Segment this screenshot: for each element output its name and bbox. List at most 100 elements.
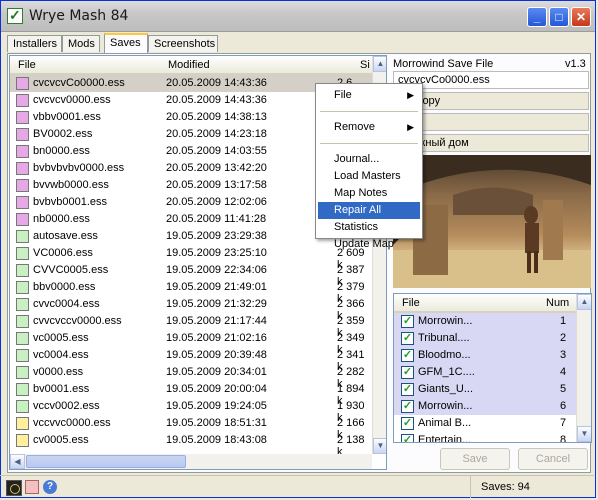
save-row[interactable]: cvvcvccv0000.ess 19.05.2009 21:17:44 2 359…	[10, 313, 372, 339]
column-file[interactable]: File	[18, 59, 36, 71]
plugin-name: GFM_1C....	[418, 366, 475, 378]
plugin-checkbox[interactable]: ✓	[401, 349, 414, 362]
save-row[interactable]: cv0005.ess 19.05.2009 18:43:08 2 138 k	[10, 432, 372, 458]
plugin-row[interactable]: ✓ Morrowin... 6	[394, 398, 576, 415]
plugin-scrollbar[interactable]: ▲ ▼	[576, 294, 591, 442]
save-modified: 19.05.2009 22:34:06	[166, 264, 267, 276]
menu-item[interactable]: Repair All	[318, 202, 420, 219]
scroll-thumb[interactable]	[26, 455, 186, 468]
menu-item-label: Map Notes	[334, 187, 388, 199]
plugin-checkbox[interactable]: ✓	[401, 417, 414, 430]
plugin-list[interactable]: File Num ✓ Morrowin... 1 ✓ Tribunal.... 2 ✓ Blo…	[393, 293, 592, 443]
plugin-row[interactable]: ✓ Bloodmo... 3	[394, 347, 576, 364]
plugin-name: Morrowin...	[418, 315, 473, 327]
menu-item[interactable]: Load Masters	[318, 168, 420, 185]
plugin-column-num[interactable]: Num	[546, 297, 569, 309]
save-filename: bvbvb0001.ess	[33, 196, 107, 208]
save-status-swatch	[16, 196, 29, 209]
plugin-checkbox[interactable]: ✓	[401, 315, 414, 328]
tab-screenshots[interactable]: Screenshots	[148, 35, 218, 52]
save-filename: cvcvcvCo0000.ess	[33, 77, 125, 89]
color-swatch-icon[interactable]	[25, 480, 39, 494]
save-row[interactable]: cvvc0004.ess 19.05.2009 21:32:29 2 366 k	[10, 296, 372, 322]
plugin-row[interactable]: ✓ Animal B... 7	[394, 415, 576, 432]
tab-mods[interactable]: Mods	[62, 35, 100, 52]
menu-item[interactable]: Statistics	[318, 219, 420, 236]
plugin-checkbox[interactable]: ✓	[401, 383, 414, 396]
help-icon[interactable]: ?	[43, 480, 57, 494]
game-label: Morrowind Save File	[393, 58, 494, 70]
save-status-swatch	[16, 434, 29, 447]
menu-item[interactable]: Journal...	[318, 151, 420, 168]
plugin-column-file[interactable]: File	[402, 297, 420, 309]
save-filename: vccv0002.ess	[33, 400, 100, 412]
save-status-swatch	[16, 179, 29, 192]
save-row[interactable]: vc0005.ess 19.05.2009 21:02:16 2 349 k	[10, 330, 372, 356]
plugin-checkbox[interactable]: ✓	[401, 434, 414, 442]
save-filename: CVVC0005.ess	[33, 264, 109, 276]
plugin-row[interactable]: ✓ Giants_U... 5	[394, 381, 576, 398]
close-button[interactable]: ✕	[571, 7, 591, 27]
save-row[interactable]: bv0001.ess 19.05.2009 20:00:04 1 894 k	[10, 381, 372, 407]
plugin-checkbox[interactable]: ✓	[401, 366, 414, 379]
save-filename: bbv0000.ess	[33, 281, 96, 293]
context-menu: File ▶ Remove ▶ Journal... Load Masters Map No…	[315, 83, 423, 250]
save-filename: cv0005.ess	[33, 434, 89, 446]
column-size[interactable]: Si	[360, 59, 370, 71]
save-filename: vbbv0001.ess	[33, 111, 101, 123]
tab-installers[interactable]: Installers	[7, 35, 62, 52]
menu-item[interactable]: Remove ▶	[318, 119, 420, 136]
save-modified: 19.05.2009 21:32:29	[166, 298, 267, 310]
save-row[interactable]: vc0004.ess 19.05.2009 20:39:48 2 341 k	[10, 347, 372, 373]
save-row[interactable]: bbv0000.ess 19.05.2009 21:49:01 2 379 k	[10, 279, 372, 305]
column-modified[interactable]: Modified	[168, 59, 210, 71]
save-row[interactable]: CVVC0005.ess 19.05.2009 22:34:06 2 387 k	[10, 262, 372, 288]
save-status-swatch	[16, 298, 29, 311]
save-row[interactable]: vccv0002.ess 19.05.2009 19:24:05 1 930 k	[10, 398, 372, 424]
plugin-num: 6	[560, 400, 567, 412]
list-horizontal-scrollbar[interactable]: ◀	[10, 454, 372, 469]
plugin-checkbox[interactable]: ✓	[401, 332, 414, 345]
saves-list-header: File Modified Si	[10, 56, 372, 75]
tab-saves[interactable]: Saves	[104, 33, 148, 53]
gear-icon[interactable]	[6, 480, 22, 496]
plugin-row[interactable]: ✓ GFM_1C.... 4	[394, 364, 576, 381]
save-modified: 20.05.2009 14:23:18	[166, 128, 267, 140]
scroll-up-button[interactable]: ▲	[373, 56, 386, 72]
plugin-row[interactable]: ✓ Tribunal.... 2	[394, 330, 576, 347]
save-status-swatch	[16, 332, 29, 345]
save-status-swatch	[16, 94, 29, 107]
submenu-arrow-icon: ▶	[407, 90, 414, 100]
status-divider	[470, 476, 471, 498]
menu-item[interactable]: File ▶	[318, 87, 420, 104]
save-filename: cvvcvccv0000.ess	[33, 315, 122, 327]
scroll-left-button[interactable]: ◀	[10, 454, 25, 469]
plugin-row[interactable]: ✓ Entertain... 8	[394, 432, 576, 442]
save-filename: bvvwb0000.ess	[33, 179, 109, 191]
save-status-swatch	[16, 349, 29, 362]
title-bar[interactable]: Wrye Mash 84 _ □ ✕	[1, 1, 595, 32]
save-row[interactable]: vccvvc0000.ess 19.05.2009 18:51:31 2 166 k	[10, 415, 372, 441]
menu-item[interactable]: Update Map	[318, 236, 420, 253]
plugin-scroll-down[interactable]: ▼	[577, 426, 591, 442]
submenu-arrow-icon: ▶	[407, 122, 414, 132]
save-filename: autosave.ess	[33, 230, 98, 242]
save-filename: VC0006.ess	[33, 247, 93, 259]
plugin-checkbox[interactable]: ✓	[401, 400, 414, 413]
save-row[interactable]: v0000.ess 19.05.2009 20:34:01 2 282 k	[10, 364, 372, 390]
cancel-button[interactable]: Cancel	[518, 448, 588, 470]
plugin-scroll-up[interactable]: ▲	[577, 294, 591, 310]
window-title: Wrye Mash 84	[29, 8, 129, 24]
saves-count: Saves: 94	[481, 481, 530, 493]
maximize-button[interactable]: □	[549, 7, 569, 27]
save-modified: 19.05.2009 19:24:05	[166, 400, 267, 412]
save-filename: vc0005.ess	[33, 332, 89, 344]
scroll-down-button[interactable]: ▼	[373, 438, 386, 454]
menu-item[interactable]: Map Notes	[318, 185, 420, 202]
save-filename: vccvvc0000.ess	[33, 417, 111, 429]
plugin-row[interactable]: ✓ Morrowin... 1	[394, 313, 576, 330]
save-modified: 20.05.2009 14:43:36	[166, 94, 267, 106]
minimize-button[interactable]: _	[527, 7, 547, 27]
save-button[interactable]: Save	[440, 448, 510, 470]
save-modified: 19.05.2009 18:51:31	[166, 417, 267, 429]
